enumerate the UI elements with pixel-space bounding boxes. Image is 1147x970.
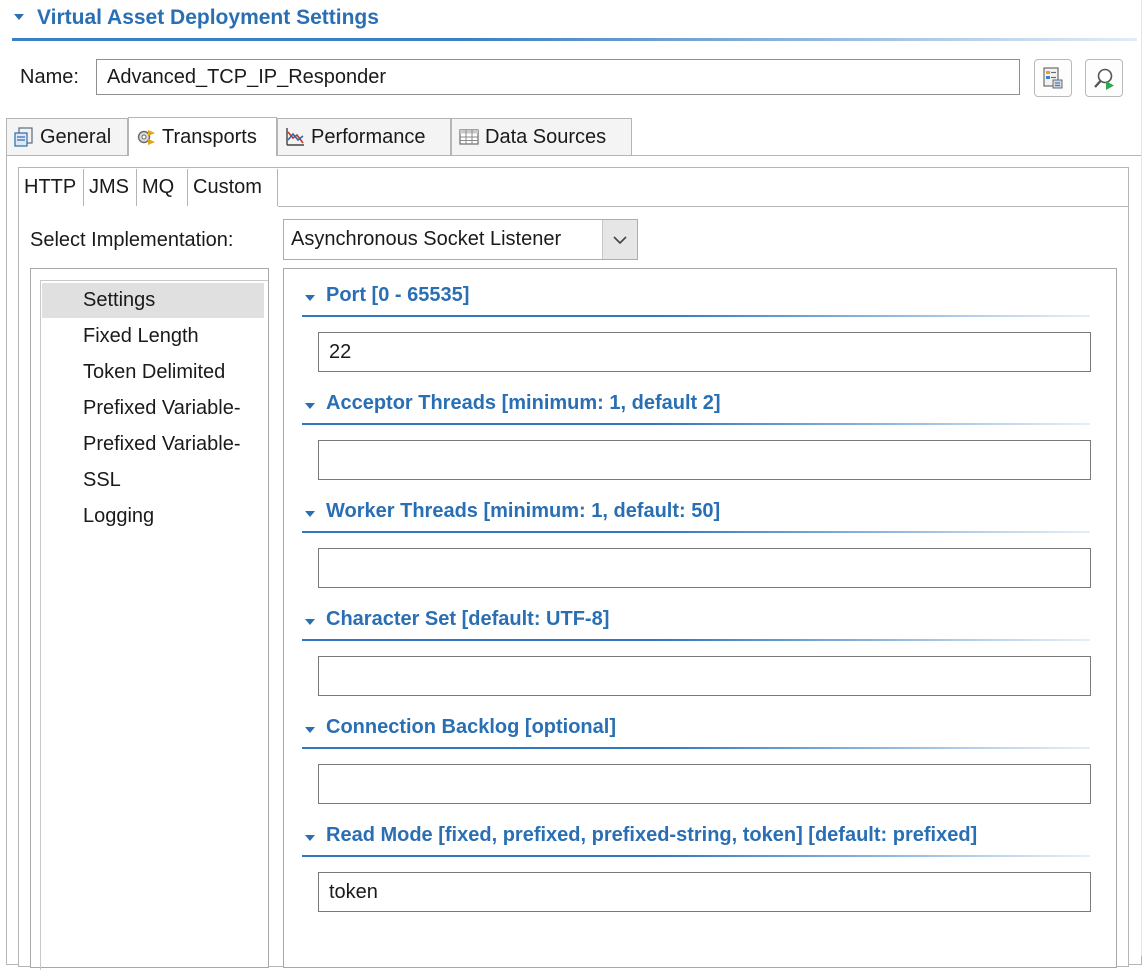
tab-general-label: General bbox=[40, 125, 112, 148]
nav-item-label: Prefixed Variable- bbox=[83, 433, 241, 455]
tab-custom[interactable]: Custom bbox=[188, 169, 278, 206]
tab-transports[interactable]: Transports bbox=[128, 117, 277, 156]
browse-button[interactable] bbox=[1034, 59, 1072, 97]
nav-item-token-delimited[interactable]: Token Delimited bbox=[42, 355, 264, 390]
nav-item-label: SSL bbox=[83, 469, 121, 491]
collapse-arrow-icon[interactable] bbox=[305, 295, 315, 301]
section-divider bbox=[302, 531, 1090, 533]
tab-strip-line bbox=[278, 206, 1128, 207]
name-input[interactable] bbox=[96, 59, 1020, 95]
section-divider bbox=[302, 315, 1090, 317]
tab-transports-label: Transports bbox=[162, 125, 257, 148]
nav-item-fixed-length[interactable]: Fixed Length bbox=[42, 319, 264, 354]
section-divider bbox=[12, 38, 1137, 41]
nav-item-prefixed-variable-1[interactable]: Prefixed Variable- bbox=[42, 391, 264, 426]
tab-jms[interactable]: JMS bbox=[84, 169, 137, 206]
nav-item-label: Prefixed Variable- bbox=[83, 397, 241, 419]
select-implementation-label: Select Implementation: bbox=[30, 229, 234, 251]
connection-backlog-input[interactable] bbox=[318, 764, 1091, 804]
tab-mq-label: MQ bbox=[142, 176, 175, 198]
nav-item-logging[interactable]: Logging bbox=[42, 499, 264, 534]
worker-threads-section-title[interactable]: Worker Threads [minimum: 1, default: 50] bbox=[326, 500, 720, 523]
nav-item-prefixed-variable-2[interactable]: Prefixed Variable- bbox=[42, 427, 264, 462]
transports-icon bbox=[135, 126, 157, 148]
tab-data-sources[interactable]: Data Sources bbox=[451, 118, 632, 155]
tab-http[interactable]: HTTP bbox=[19, 169, 84, 206]
chevron-down-icon[interactable] bbox=[602, 220, 637, 259]
character-set-section-title[interactable]: Character Set [default: UTF-8] bbox=[326, 608, 609, 631]
nav-item-label: Settings bbox=[83, 289, 156, 311]
read-mode-input[interactable] bbox=[318, 872, 1091, 912]
nav-item-label: Logging bbox=[83, 505, 155, 527]
connection-backlog-section-title[interactable]: Connection Backlog [optional] bbox=[326, 716, 616, 739]
nav-item-settings[interactable]: Settings bbox=[42, 283, 264, 318]
collapse-arrow-icon[interactable] bbox=[305, 619, 315, 625]
table-icon bbox=[458, 126, 480, 148]
collapse-arrow-icon[interactable] bbox=[305, 835, 315, 841]
search-run-icon bbox=[1094, 68, 1114, 90]
tab-custom-label: Custom bbox=[193, 176, 262, 198]
section-title[interactable]: Virtual Asset Deployment Settings bbox=[37, 6, 379, 30]
collapse-arrow-icon[interactable] bbox=[305, 403, 315, 409]
port-section-title[interactable]: Port [0 - 65535] bbox=[326, 284, 469, 307]
properties-icon bbox=[1043, 67, 1063, 89]
tab-http-label: HTTP bbox=[24, 176, 77, 198]
acceptor-threads-input[interactable] bbox=[318, 440, 1091, 480]
section-divider bbox=[302, 855, 1090, 857]
acceptor-threads-section-title[interactable]: Acceptor Threads [minimum: 1, default 2] bbox=[326, 392, 721, 415]
tab-data-sources-label: Data Sources bbox=[485, 125, 607, 148]
tab-performance[interactable]: Performance bbox=[277, 118, 451, 155]
worker-threads-input[interactable] bbox=[318, 548, 1091, 588]
port-input[interactable] bbox=[318, 332, 1091, 372]
tab-mq[interactable]: MQ bbox=[137, 169, 188, 206]
collapse-arrow-icon[interactable] bbox=[305, 511, 315, 517]
implementation-dropdown[interactable]: Asynchronous Socket Listener bbox=[283, 219, 638, 260]
section-divider bbox=[302, 747, 1090, 749]
collapse-arrow-icon[interactable] bbox=[305, 727, 315, 733]
section-divider bbox=[302, 423, 1090, 425]
preview-button[interactable] bbox=[1085, 59, 1123, 97]
tab-performance-label: Performance bbox=[311, 125, 426, 148]
general-icon bbox=[13, 126, 35, 148]
tab-jms-label: JMS bbox=[89, 176, 129, 198]
implementation-value: Asynchronous Socket Listener bbox=[291, 228, 562, 250]
read-mode-section-title[interactable]: Read Mode [fixed, prefixed, prefixed-str… bbox=[326, 824, 977, 847]
performance-chart-icon bbox=[284, 126, 306, 148]
window-edge bbox=[1141, 0, 1142, 956]
section-divider bbox=[302, 639, 1090, 641]
tab-general[interactable]: General bbox=[6, 118, 128, 155]
collapse-arrow-icon[interactable] bbox=[14, 14, 24, 20]
nav-item-ssl[interactable]: SSL bbox=[42, 463, 264, 498]
nav-item-label: Token Delimited bbox=[83, 361, 226, 383]
nav-item-label: Fixed Length bbox=[83, 325, 199, 347]
character-set-input[interactable] bbox=[318, 656, 1091, 696]
name-label: Name: bbox=[20, 66, 79, 88]
